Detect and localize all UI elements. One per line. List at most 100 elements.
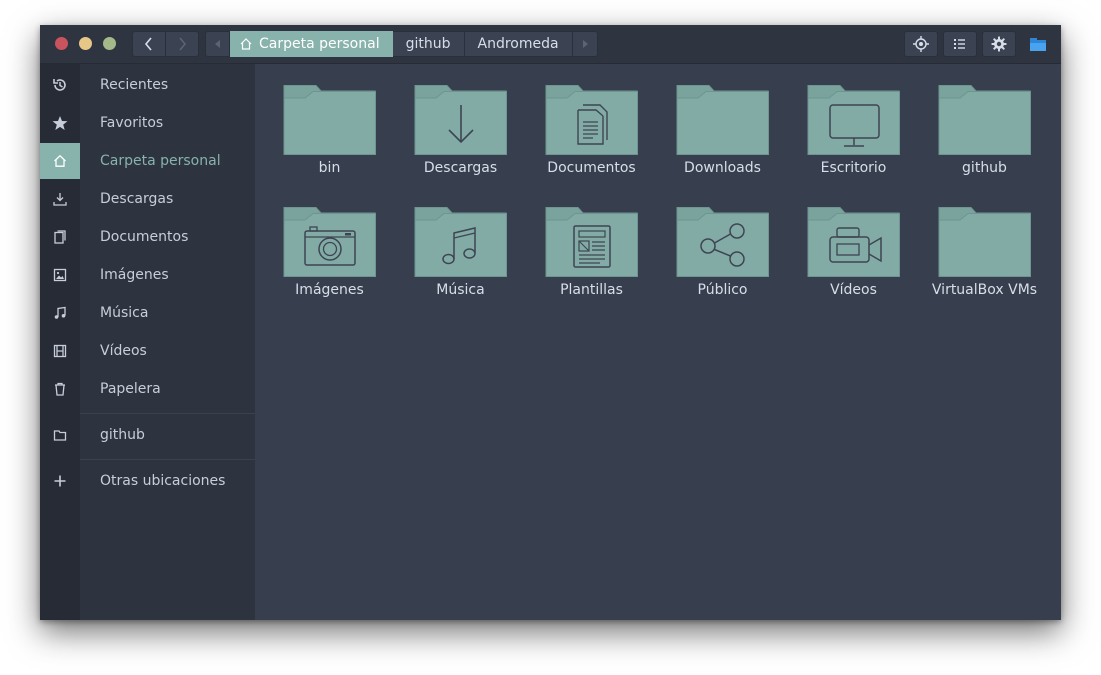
sidebar-item-videos[interactable]: Vídeos	[80, 333, 255, 369]
file-item-videos[interactable]: Vídeos	[788, 206, 919, 316]
download-icon	[53, 193, 67, 206]
file-manager-window: Carpeta personal github Andromeda Recien…	[40, 25, 1061, 620]
path-crumb-github[interactable]: github	[392, 31, 465, 57]
sidebar-divider	[80, 459, 255, 460]
back-button[interactable]	[132, 31, 166, 57]
folder-icon	[938, 207, 1031, 277]
file-item-imagenes[interactable]: Imágenes	[264, 206, 395, 316]
file-item-musica[interactable]: Música	[395, 206, 526, 316]
folder-icon	[283, 85, 376, 155]
file-name: Plantillas	[560, 282, 623, 298]
list-view-button[interactable]	[943, 31, 977, 57]
header-bar: Carpeta personal github Andromeda	[40, 25, 1061, 64]
sidebar-item-label: Otras ubicaciones	[100, 473, 226, 489]
video-camera-folder-icon	[807, 207, 900, 277]
locate-icon	[913, 36, 929, 52]
starred-icon-button[interactable]	[40, 105, 80, 141]
file-item-publico[interactable]: Público	[657, 206, 788, 316]
folder-icon	[53, 430, 67, 441]
file-name: Vídeos	[830, 282, 877, 298]
file-name: bin	[318, 160, 341, 176]
music-icon	[54, 306, 66, 319]
file-name: Downloads	[684, 160, 761, 176]
forward-button[interactable]	[166, 31, 199, 57]
chevron-left-icon	[144, 37, 152, 51]
file-name: VirtualBox VMs	[931, 282, 1038, 298]
recent-places-icon-button[interactable]	[40, 67, 80, 103]
image-icon	[53, 268, 67, 282]
home-icon	[239, 37, 253, 51]
sidebar-item-label: Imágenes	[100, 267, 169, 283]
bookmark-github-icon-button[interactable]	[40, 417, 80, 453]
file-item-github[interactable]: github	[919, 84, 1050, 194]
file-item-downloads[interactable]: Downloads	[657, 84, 788, 194]
path-crumb-label: Carpeta personal	[259, 36, 380, 52]
sidebar-item-label: Vídeos	[100, 343, 147, 359]
download-folder-icon	[414, 85, 507, 155]
sidebar-item-label: Recientes	[100, 77, 169, 93]
downloads-icon-button[interactable]	[40, 181, 80, 217]
sidebar-item-recientes[interactable]: Recientes	[80, 67, 255, 103]
close-window-button[interactable]	[55, 37, 68, 50]
sidebar-item-imagenes[interactable]: Imágenes	[80, 257, 255, 293]
path-scroll-right-button[interactable]	[572, 31, 598, 57]
pictures-icon-button[interactable]	[40, 257, 80, 293]
gear-icon	[991, 36, 1007, 52]
sidebar-item-musica[interactable]: Música	[80, 295, 255, 331]
folder-app-icon	[1030, 38, 1046, 51]
trash-icon-button[interactable]	[40, 371, 80, 407]
file-name: Público	[697, 282, 748, 298]
path-crumb-home[interactable]: Carpeta personal	[230, 31, 393, 57]
sidebar-item-papelera[interactable]: Papelera	[80, 371, 255, 407]
path-scroll-left-button[interactable]	[205, 31, 230, 57]
sidebar-divider	[80, 413, 255, 414]
file-name: github	[962, 160, 1007, 176]
file-name: Descargas	[423, 160, 498, 176]
file-item-virtualbox-vms[interactable]: VirtualBox VMs	[919, 206, 1050, 316]
sidebar-item-carpeta-personal[interactable]: Carpeta personal	[80, 143, 255, 179]
sidebar-item-otras-ubicaciones[interactable]: Otras ubicaciones	[80, 463, 255, 499]
file-item-documentos[interactable]: Documentos	[526, 84, 657, 194]
sidebar-item-documentos[interactable]: Documentos	[80, 219, 255, 255]
folder-icon	[938, 85, 1031, 155]
home-icon	[54, 154, 66, 167]
settings-menu-button[interactable]	[982, 31, 1016, 57]
file-item-escritorio[interactable]: Escritorio	[788, 84, 919, 194]
camera-folder-icon	[283, 207, 376, 277]
app-icon-button[interactable]	[1021, 31, 1055, 57]
file-name: Escritorio	[820, 160, 887, 176]
sidebar-item-label: github	[100, 427, 145, 443]
sidebar-item-label: Papelera	[100, 381, 161, 397]
file-name: Documentos	[547, 160, 636, 176]
share-folder-icon	[676, 207, 769, 277]
triangle-right-icon	[582, 40, 588, 48]
maximize-window-button[interactable]	[103, 37, 116, 50]
sidebar-item-github[interactable]: github	[80, 417, 255, 453]
music-folder-icon	[414, 207, 507, 277]
desktop-folder-icon	[807, 85, 900, 155]
folder-icon	[676, 85, 769, 155]
videos-icon-button[interactable]	[40, 333, 80, 369]
triangle-left-icon	[214, 40, 220, 48]
star-icon	[52, 116, 68, 130]
document-icon	[54, 230, 66, 244]
locate-button[interactable]	[904, 31, 938, 57]
home-icon-button[interactable]	[40, 143, 80, 179]
sidebar-item-descargas[interactable]: Descargas	[80, 181, 255, 217]
other-locations-icon-button[interactable]	[40, 463, 80, 499]
sidebar-item-label: Documentos	[100, 229, 189, 245]
list-view-icon	[954, 39, 965, 49]
documents-icon-button[interactable]	[40, 219, 80, 255]
file-item-plantillas[interactable]: Plantillas	[526, 206, 657, 316]
sidebar-item-favoritos[interactable]: Favoritos	[80, 105, 255, 141]
path-bar: Carpeta personal github Andromeda	[205, 31, 598, 57]
history-icon	[53, 79, 66, 91]
film-icon	[53, 344, 67, 358]
minimize-window-button[interactable]	[79, 37, 92, 50]
plus-icon	[54, 475, 66, 487]
file-item-descargas[interactable]: Descargas	[395, 84, 526, 194]
path-crumb-andromeda[interactable]: Andromeda	[464, 31, 573, 57]
file-item-bin[interactable]: bin	[264, 84, 395, 194]
file-name: Música	[436, 282, 485, 298]
music-icon-button[interactable]	[40, 295, 80, 331]
